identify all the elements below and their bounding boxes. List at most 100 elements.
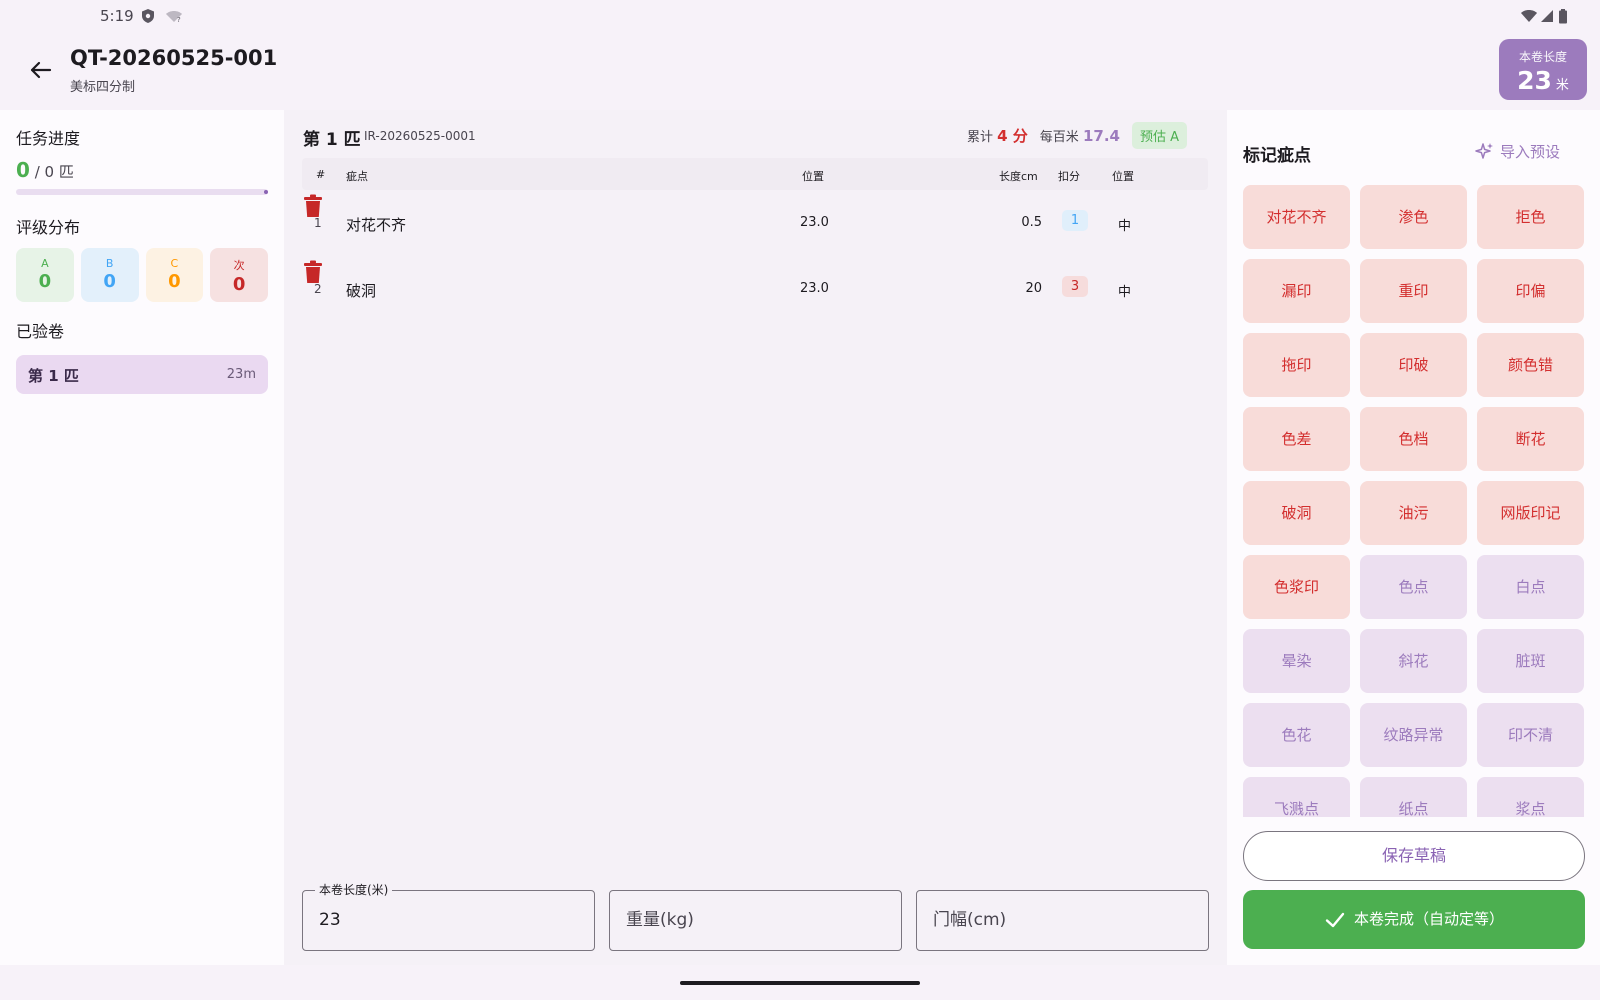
defect-chip[interactable]: 色差	[1243, 407, 1350, 471]
status-time: 5:19	[100, 7, 134, 25]
weight-field[interactable]	[609, 890, 902, 951]
progress-end-dot	[264, 190, 268, 194]
width-input[interactable]	[933, 910, 1193, 930]
grade-count: 0	[168, 271, 181, 292]
roll-length-badge: 本卷长度 23 米	[1499, 39, 1587, 100]
defect-chip[interactable]: 斜花	[1360, 629, 1467, 693]
per-hundred-meter: 每百米 17.4	[1040, 126, 1120, 145]
roll-length-field[interactable]: 本卷长度(米)	[302, 881, 595, 951]
check-icon	[1325, 912, 1345, 927]
roll-length-input[interactable]	[319, 910, 579, 930]
roll-item-length: 23m	[226, 367, 256, 382]
col-place: 位置	[1112, 170, 1134, 183]
defect-chip[interactable]: 飞溅点	[1243, 777, 1350, 817]
progress-done: 0	[16, 158, 30, 182]
defect-chip[interactable]: 纸点	[1360, 777, 1467, 817]
defect-chip[interactable]: 印破	[1360, 333, 1467, 397]
col-length: 长度cm	[999, 170, 1038, 183]
row-defect: 破洞	[346, 282, 377, 300]
row-score: 1	[1062, 210, 1088, 231]
defect-chip[interactable]: 拒色	[1477, 185, 1584, 249]
grade-count: 0	[232, 274, 246, 295]
grade-label: B	[105, 257, 114, 270]
defect-chip[interactable]: 浆点	[1477, 777, 1584, 817]
defect-chip[interactable]: 脏斑	[1477, 629, 1584, 693]
defect-chip[interactable]: 白点	[1477, 555, 1584, 619]
col-score: 扣分	[1058, 170, 1080, 183]
defect-chip[interactable]: 印偏	[1477, 259, 1584, 323]
estimate-badge: 预估 A	[1131, 122, 1187, 149]
home-handle[interactable]	[680, 981, 920, 985]
defect-chip[interactable]: 晕染	[1243, 629, 1350, 693]
defect-chip[interactable]: 漏印	[1243, 259, 1350, 323]
roll-id: IR-20260525-0001	[364, 129, 476, 143]
total-score-label: 累计	[966, 130, 993, 145]
defect-chip[interactable]: 纹路异常	[1360, 703, 1467, 767]
defect-chip[interactable]: 色点	[1360, 555, 1467, 619]
defect-chip-grid: 对花不齐 渗色 拒色漏印 重印 印偏拖印 印破 颜色错色差 色档 断花破洞 油污 网版印记色浆印 色点…	[1243, 185, 1585, 817]
grade-label: A	[41, 257, 49, 270]
shield-icon	[142, 9, 154, 23]
roll-length-value: 23 米	[1499, 66, 1587, 95]
defect-list-panel: 第 1 匹 IR-20260525-0001 累计 4 分 每百米 17.4 预…	[284, 110, 1227, 965]
grade-c-card: C 0	[145, 248, 204, 302]
complete-roll-label: 本卷完成（自动定等）	[1353, 910, 1504, 928]
complete-roll-button[interactable]: 本卷完成（自动定等）	[1243, 890, 1585, 949]
defect-chip[interactable]: 渗色	[1360, 185, 1467, 249]
table-header: # 疵点 位置 长度cm 扣分 位置	[302, 158, 1208, 190]
roll-length-field-label: 本卷长度(米)	[315, 881, 393, 898]
back-arrow-icon[interactable]	[24, 54, 56, 86]
row-position: 23.0	[800, 281, 829, 296]
status-bar: 5:19 ?	[0, 0, 1600, 32]
row-place: 中	[1118, 285, 1132, 300]
grade-distribution: A 0 B 0 C 0 次 0	[16, 248, 268, 302]
total-score-value: 4 分	[997, 127, 1028, 145]
defect-chip[interactable]: 色花	[1243, 703, 1350, 767]
defect-chip[interactable]: 油污	[1360, 481, 1467, 545]
grade-count: 0	[38, 271, 52, 292]
grade-a-card: A 0	[16, 248, 74, 302]
progress-bar	[16, 189, 268, 195]
defect-chip[interactable]: 重印	[1360, 259, 1467, 323]
col-defect: 疵点	[346, 170, 368, 183]
rolls-title: 已验卷	[16, 322, 65, 341]
weight-input[interactable]	[626, 910, 886, 930]
svg-text:?: ?	[177, 16, 181, 24]
defect-chip[interactable]: 拖印	[1243, 333, 1350, 397]
table-row: 2 破洞 23.0 20 3 中	[302, 260, 1208, 322]
import-preset-label: 导入预设	[1499, 143, 1560, 161]
progress-total: / 0 匹	[29, 163, 74, 181]
defect-chip[interactable]: 破洞	[1243, 481, 1350, 545]
progress-value: 0 / 0 匹	[16, 158, 74, 182]
defect-chip[interactable]: 颜色错	[1477, 333, 1584, 397]
roll-stats: 累计 4 分 每百米 17.4 预估 A	[967, 122, 1187, 149]
row-length: 0.5	[1021, 215, 1042, 230]
page-subtitle: 美标四分制	[70, 80, 136, 95]
roll-item-name: 第 1 匹	[28, 367, 79, 385]
save-draft-button[interactable]: 保存草稿	[1243, 831, 1585, 881]
signal-icon	[1541, 10, 1553, 22]
roll-length-number: 23	[1517, 66, 1552, 95]
total-score: 累计 4 分	[967, 125, 1028, 146]
wifi-icon	[1521, 10, 1537, 22]
width-field[interactable]	[916, 890, 1209, 951]
import-preset-button[interactable]: 导入预设	[1475, 141, 1560, 162]
app-header: QT-20260525-001 美标四分制 本卷长度 23 米	[0, 32, 1600, 110]
roll-list-item[interactable]: 第 1 匹 23m	[16, 355, 268, 394]
per-hundred-label: 每百米	[1039, 130, 1079, 145]
delete-icon[interactable]	[302, 260, 324, 284]
defect-chip[interactable]: 断花	[1477, 407, 1584, 471]
defect-chip[interactable]: 色档	[1360, 407, 1467, 471]
grade-reject-card: 次 0	[210, 248, 268, 302]
col-position: 位置	[802, 170, 824, 183]
progress-title: 任务进度	[16, 129, 81, 148]
roll-title: 第 1 匹	[303, 130, 361, 150]
page-title: QT-20260525-001	[70, 46, 278, 70]
defect-chip[interactable]: 印不清	[1477, 703, 1584, 767]
defect-chip[interactable]: 色浆印	[1243, 555, 1350, 619]
delete-icon[interactable]	[302, 194, 324, 218]
defect-chip[interactable]: 网版印记	[1477, 481, 1584, 545]
defect-chip[interactable]: 对花不齐	[1243, 185, 1350, 249]
per-hundred-value: 17.4	[1082, 127, 1120, 145]
row-place: 中	[1118, 219, 1132, 234]
